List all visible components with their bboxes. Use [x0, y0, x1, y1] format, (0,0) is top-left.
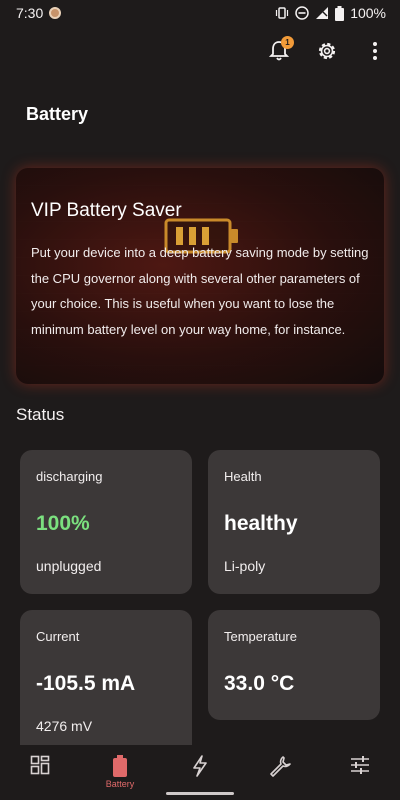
health-label: Health: [224, 469, 262, 484]
nav-battery-label: Battery: [105, 779, 135, 789]
more-vert-icon: [373, 42, 377, 60]
plug-state-text: unplugged: [36, 558, 102, 574]
sliders-icon: [351, 756, 369, 774]
voltage-text: 4276 mV: [36, 718, 93, 734]
health-card[interactable]: Health healthy Li-poly: [208, 450, 380, 594]
home-indicator[interactable]: [166, 792, 234, 795]
battery-icon: [113, 755, 127, 777]
do-not-disturb-icon: [295, 6, 309, 20]
battery-technology-text: Li-poly: [224, 558, 266, 574]
more-options-button[interactable]: [360, 34, 390, 68]
nav-battery[interactable]: Battery: [90, 755, 150, 789]
status-time: 7:30: [16, 5, 44, 21]
hero-description: Put your device into a deep battery savi…: [31, 245, 369, 337]
settings-button[interactable]: [312, 34, 342, 68]
health-value: healthy: [224, 512, 298, 535]
temperature-card[interactable]: Temperature 33.0 °C: [208, 610, 380, 720]
top-actions: 1: [264, 34, 390, 68]
current-value: -105.5 mA: [36, 672, 136, 695]
nav-tools[interactable]: [250, 755, 310, 777]
status-bar: 7:30 100%: [0, 0, 400, 26]
nav-settings[interactable]: [330, 755, 390, 775]
gear-icon: [318, 42, 336, 60]
notification-badge: 1: [281, 36, 294, 49]
page-title: Battery: [26, 104, 89, 124]
temperature-label: Temperature: [224, 629, 297, 644]
bolt-icon: [193, 755, 207, 777]
nav-performance[interactable]: [170, 755, 230, 777]
status-section-title: Status: [16, 405, 65, 424]
vibrate-icon: [276, 7, 289, 19]
charging-state-card[interactable]: discharging 100% unplugged: [20, 450, 192, 594]
wrench-icon: [270, 756, 291, 777]
charging-state-label: discharging: [36, 469, 103, 484]
nav-dashboard[interactable]: [10, 755, 70, 775]
app-notification-icon: [49, 7, 62, 19]
temperature-value: 33.0 °C: [224, 672, 295, 695]
battery-level-value: 100%: [36, 512, 90, 535]
dashboard-icon: [30, 755, 50, 775]
hero-title: VIP Battery Saver: [31, 200, 182, 221]
battery-status-icon: [335, 5, 345, 21]
current-label: Current: [36, 629, 80, 644]
vip-battery-saver-card[interactable]: VIP Battery Saver Put your device into a…: [16, 168, 384, 384]
notifications-button[interactable]: 1: [264, 34, 294, 68]
battery-percent-text: 100%: [350, 5, 386, 21]
signal-icon: [316, 7, 329, 19]
